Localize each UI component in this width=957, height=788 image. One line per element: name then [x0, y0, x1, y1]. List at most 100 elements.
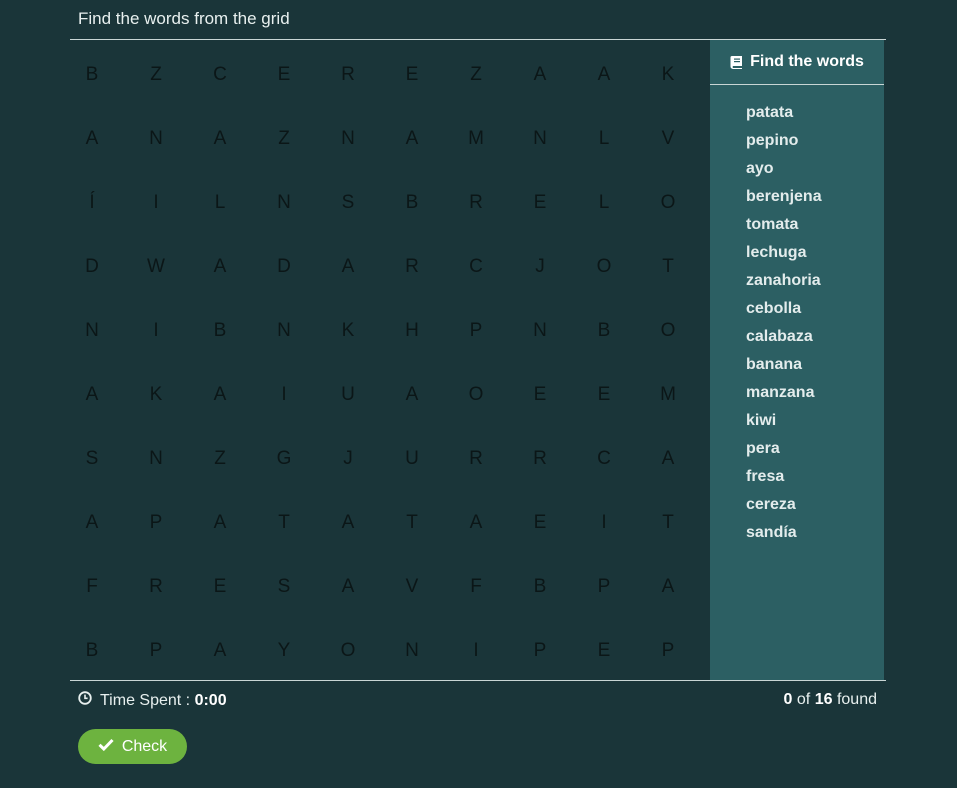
- grid-cell[interactable]: S: [252, 555, 316, 619]
- grid-cell[interactable]: V: [636, 107, 700, 171]
- grid-cell[interactable]: I: [124, 299, 188, 363]
- grid-cell[interactable]: A: [636, 427, 700, 491]
- grid-cell[interactable]: A: [380, 363, 444, 427]
- grid-cell[interactable]: A: [60, 363, 124, 427]
- grid-cell[interactable]: N: [124, 107, 188, 171]
- grid-cell[interactable]: B: [380, 171, 444, 235]
- grid-cell[interactable]: C: [188, 43, 252, 107]
- grid-cell[interactable]: L: [572, 171, 636, 235]
- grid-cell[interactable]: M: [636, 363, 700, 427]
- grid-cell[interactable]: M: [444, 107, 508, 171]
- grid-cell[interactable]: U: [380, 427, 444, 491]
- grid-cell[interactable]: A: [316, 491, 380, 555]
- grid-cell[interactable]: A: [60, 107, 124, 171]
- grid-cell[interactable]: O: [636, 299, 700, 363]
- grid-cell[interactable]: Y: [252, 619, 316, 683]
- grid-cell[interactable]: H: [380, 299, 444, 363]
- grid-cell[interactable]: D: [252, 235, 316, 299]
- grid-cell[interactable]: A: [572, 43, 636, 107]
- grid-cell[interactable]: P: [508, 619, 572, 683]
- grid-cell[interactable]: R: [508, 427, 572, 491]
- grid-cell[interactable]: E: [508, 171, 572, 235]
- grid-cell[interactable]: B: [60, 43, 124, 107]
- grid-cell[interactable]: T: [636, 491, 700, 555]
- grid-cell[interactable]: O: [572, 235, 636, 299]
- grid-cell[interactable]: N: [380, 619, 444, 683]
- grid-cell[interactable]: A: [60, 491, 124, 555]
- grid-cell[interactable]: P: [124, 619, 188, 683]
- grid-cell[interactable]: U: [316, 363, 380, 427]
- grid-cell[interactable]: T: [252, 491, 316, 555]
- grid-cell[interactable]: O: [316, 619, 380, 683]
- grid-cell[interactable]: E: [252, 43, 316, 107]
- grid-cell[interactable]: S: [60, 427, 124, 491]
- grid-cell[interactable]: P: [124, 491, 188, 555]
- grid-cell[interactable]: N: [508, 107, 572, 171]
- grid-cell[interactable]: I: [572, 491, 636, 555]
- grid-cell[interactable]: E: [380, 43, 444, 107]
- grid-cell[interactable]: Z: [252, 107, 316, 171]
- grid-cell[interactable]: R: [124, 555, 188, 619]
- grid-cell[interactable]: K: [636, 43, 700, 107]
- grid-cell[interactable]: T: [380, 491, 444, 555]
- grid-cell[interactable]: Z: [188, 427, 252, 491]
- grid-cell[interactable]: V: [380, 555, 444, 619]
- grid-cell[interactable]: B: [572, 299, 636, 363]
- grid-cell[interactable]: A: [188, 491, 252, 555]
- grid-cell[interactable]: I: [252, 363, 316, 427]
- grid-cell[interactable]: A: [636, 555, 700, 619]
- grid-cell[interactable]: A: [188, 107, 252, 171]
- grid-cell[interactable]: N: [508, 299, 572, 363]
- grid-cell[interactable]: L: [572, 107, 636, 171]
- grid-cell[interactable]: J: [508, 235, 572, 299]
- grid-cell[interactable]: N: [124, 427, 188, 491]
- grid-cell[interactable]: E: [508, 363, 572, 427]
- grid-cell[interactable]: I: [124, 171, 188, 235]
- check-button[interactable]: Check: [78, 729, 187, 764]
- grid-cell[interactable]: O: [636, 171, 700, 235]
- grid-cell[interactable]: R: [444, 171, 508, 235]
- grid-cell[interactable]: N: [60, 299, 124, 363]
- grid-cell[interactable]: R: [380, 235, 444, 299]
- grid-cell[interactable]: T: [636, 235, 700, 299]
- grid-cell[interactable]: A: [316, 555, 380, 619]
- grid-cell[interactable]: E: [188, 555, 252, 619]
- grid-cell[interactable]: P: [636, 619, 700, 683]
- grid-cell[interactable]: W: [124, 235, 188, 299]
- grid-cell[interactable]: P: [572, 555, 636, 619]
- letter-grid[interactable]: BZCEREZAAKANAZNAMNLVÍILNSBRELODWADARCJOT…: [60, 43, 700, 683]
- grid-cell[interactable]: N: [252, 299, 316, 363]
- grid-cell[interactable]: R: [316, 43, 380, 107]
- grid-cell[interactable]: L: [188, 171, 252, 235]
- grid-cell[interactable]: I: [444, 619, 508, 683]
- grid-cell[interactable]: N: [316, 107, 380, 171]
- grid-cell[interactable]: A: [508, 43, 572, 107]
- grid-cell[interactable]: A: [444, 491, 508, 555]
- grid-cell[interactable]: J: [316, 427, 380, 491]
- grid-cell[interactable]: E: [572, 363, 636, 427]
- grid-cell[interactable]: A: [188, 235, 252, 299]
- grid-cell[interactable]: C: [444, 235, 508, 299]
- grid-cell[interactable]: N: [252, 171, 316, 235]
- grid-cell[interactable]: F: [60, 555, 124, 619]
- grid-cell[interactable]: A: [316, 235, 380, 299]
- grid-cell[interactable]: P: [444, 299, 508, 363]
- grid-cell[interactable]: Í: [60, 171, 124, 235]
- grid-cell[interactable]: E: [508, 491, 572, 555]
- grid-cell[interactable]: R: [444, 427, 508, 491]
- grid-cell[interactable]: B: [508, 555, 572, 619]
- grid-cell[interactable]: O: [444, 363, 508, 427]
- grid-cell[interactable]: G: [252, 427, 316, 491]
- grid-cell[interactable]: C: [572, 427, 636, 491]
- grid-cell[interactable]: K: [316, 299, 380, 363]
- grid-cell[interactable]: A: [188, 619, 252, 683]
- grid-cell[interactable]: F: [444, 555, 508, 619]
- grid-cell[interactable]: A: [380, 107, 444, 171]
- grid-cell[interactable]: K: [124, 363, 188, 427]
- grid-cell[interactable]: A: [188, 363, 252, 427]
- grid-cell[interactable]: E: [572, 619, 636, 683]
- grid-cell[interactable]: Z: [444, 43, 508, 107]
- grid-cell[interactable]: B: [60, 619, 124, 683]
- grid-cell[interactable]: Z: [124, 43, 188, 107]
- grid-cell[interactable]: S: [316, 171, 380, 235]
